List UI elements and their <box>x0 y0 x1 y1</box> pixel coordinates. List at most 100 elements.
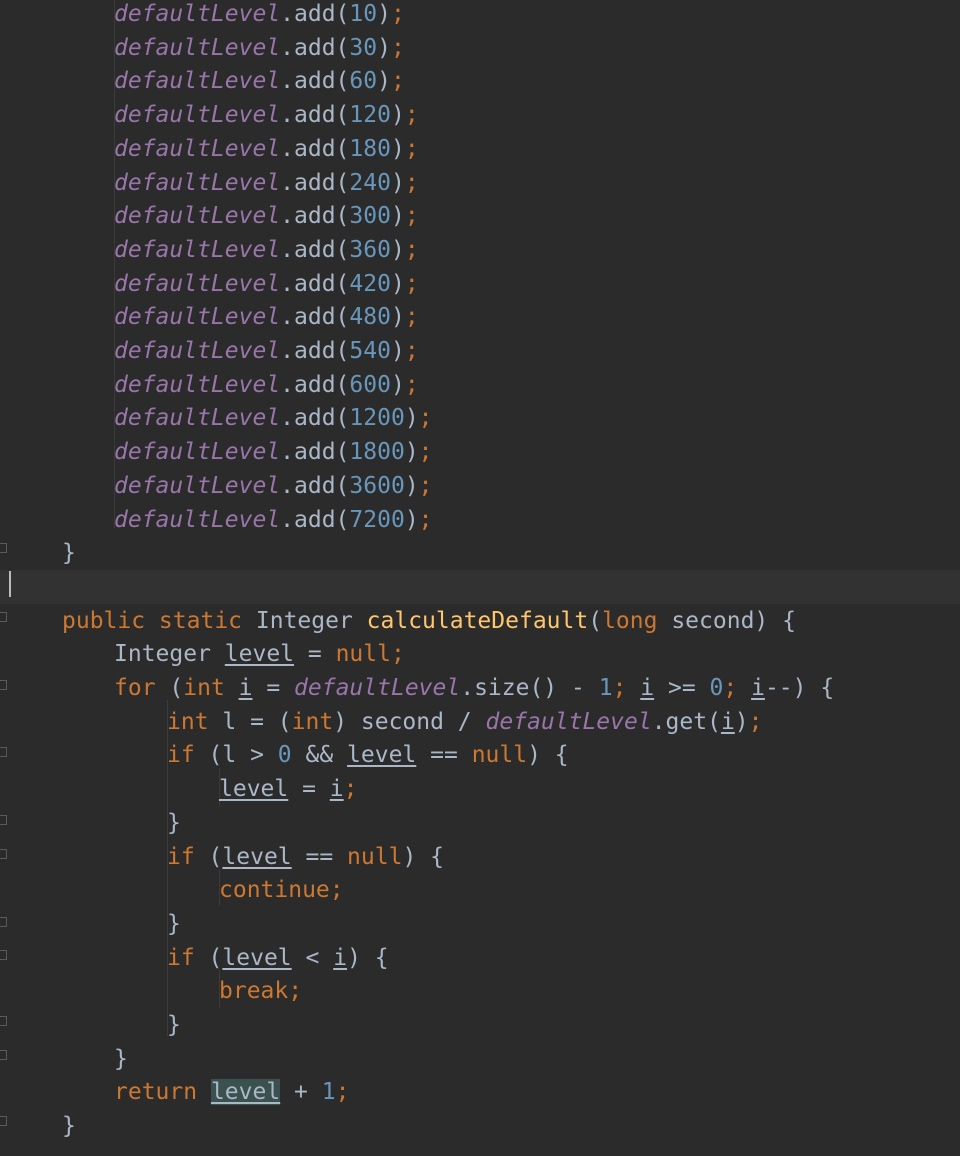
code-line-text: for (int i = defaultLevel.size() - 1; i … <box>114 671 834 705</box>
code-token: defaultLevel <box>114 203 281 230</box>
code-line-text: defaultLevel.add(300); <box>114 199 419 233</box>
code-token: defaultLevel <box>114 506 281 533</box>
code-token: i <box>751 675 765 701</box>
code-token: i <box>333 944 348 971</box>
code-line: defaultLevel.add(3600); <box>0 469 960 503</box>
code-token: ) { <box>402 843 444 870</box>
code-line-text: defaultLevel.add(360); <box>114 233 419 267</box>
code-token: defaultLevel <box>114 1 281 27</box>
code-token: ; <box>404 102 419 129</box>
code-token: && <box>291 742 348 769</box>
code-token: .add( <box>280 338 350 364</box>
code-line: public static Integer calculateDefault(l… <box>0 604 960 638</box>
code-token: calculateDefault <box>366 607 589 634</box>
code-token: defaultLevel <box>114 405 281 432</box>
code-token: ( <box>208 944 223 971</box>
code-line: defaultLevel.add(60); <box>0 64 960 98</box>
code-line: } <box>0 907 960 941</box>
code-token: defaultLevel <box>114 338 281 364</box>
code-token: } <box>167 910 181 937</box>
code-token: ; <box>418 405 433 432</box>
code-token: i <box>640 675 655 701</box>
code-token: 120 <box>349 102 391 129</box>
code-line-text: } <box>62 536 76 570</box>
code-token: (l > <box>208 742 278 769</box>
code-token: .add( <box>280 1 350 27</box>
code-token: ) { <box>527 742 569 769</box>
code-token: Integer <box>114 641 225 668</box>
code-line: defaultLevel.add(180); <box>0 132 960 166</box>
code-token: defaultLevel <box>114 236 281 263</box>
code-token: level <box>219 776 289 803</box>
code-token: 480 <box>349 304 391 331</box>
code-token: = <box>252 675 295 701</box>
code-editor[interactable]: defaultLevel.add(10); defaultLevel.add(30… <box>0 0 960 1156</box>
code-token: defaultLevel <box>114 34 281 61</box>
code-token: .add( <box>280 203 350 230</box>
code-token: ; <box>390 34 405 61</box>
code-token: 10 <box>349 1 378 27</box>
code-token: ) <box>390 338 405 364</box>
current-code-line <box>0 569 960 604</box>
code-token: } <box>167 1012 181 1038</box>
code-line-text: defaultLevel.add(540); <box>114 334 419 368</box>
code-token: == <box>416 742 472 769</box>
code-line-text: defaultLevel.add(480); <box>114 300 419 334</box>
code-token: level <box>210 1079 281 1106</box>
code-line: break; <box>0 974 960 1008</box>
code-line-text: defaultLevel.add(120); <box>114 98 419 132</box>
code-token: defaultLevel <box>114 135 281 162</box>
code-line-text: if (l > 0 && level == null) { <box>167 738 569 772</box>
code-line: defaultLevel.add(10); <box>0 0 960 31</box>
code-line: if (level == null) { <box>0 840 960 874</box>
code-token: int <box>167 708 223 735</box>
code-line-text: } <box>114 1042 128 1076</box>
code-token: ) <box>404 439 419 466</box>
code-token: .add( <box>280 236 350 263</box>
code-token: null <box>347 843 403 870</box>
code-line: int l = (int) second / defaultLevel.get(… <box>0 705 960 739</box>
code-token: 600 <box>349 371 391 398</box>
code-token: .add( <box>280 506 350 533</box>
code-line: defaultLevel.add(360); <box>0 233 960 267</box>
code-token: .add( <box>280 68 350 95</box>
code-token: ) <box>377 34 391 61</box>
code-line: } <box>0 1109 960 1143</box>
code-token: public static <box>62 607 256 634</box>
code-token: .add( <box>280 102 350 129</box>
code-line-text: } <box>167 1008 181 1042</box>
code-token: ( <box>169 675 184 701</box>
code-token: 1 <box>321 1079 336 1106</box>
code-token: ) <box>377 68 391 95</box>
code-token: if <box>167 944 209 971</box>
code-token: 7200 <box>349 506 405 533</box>
code-line: defaultLevel.add(1800); <box>0 435 960 469</box>
code-line-text: defaultLevel.add(10); <box>114 0 405 31</box>
code-token: .add( <box>280 472 350 499</box>
code-token: ; <box>390 68 405 95</box>
code-token: ( <box>588 607 603 634</box>
code-token: ; <box>335 1079 350 1106</box>
code-line-text: defaultLevel.add(3600); <box>114 469 433 503</box>
code-token: ) <box>390 270 405 297</box>
code-token: .add( <box>280 304 350 331</box>
code-token: ; <box>404 270 419 297</box>
code-token: ; <box>343 776 358 803</box>
code-token: for <box>114 675 170 701</box>
code-token: 0 <box>277 742 292 769</box>
code-token: ) second / <box>333 708 486 735</box>
code-token: defaultLevel <box>485 708 652 735</box>
code-token: i <box>238 675 253 701</box>
code-token: + <box>280 1079 322 1106</box>
code-token: ; <box>418 439 433 466</box>
code-token: ) <box>390 135 405 162</box>
code-line: } <box>0 1042 960 1076</box>
code-token: ) <box>734 708 749 735</box>
code-line: defaultLevel.add(540); <box>0 334 960 368</box>
code-token: int <box>183 675 239 701</box>
code-token: 420 <box>349 270 391 297</box>
code-line-text: defaultLevel.add(420); <box>114 267 419 301</box>
code-line: defaultLevel.add(7200); <box>0 503 960 537</box>
code-token: .add( <box>280 371 350 398</box>
code-token: ) <box>390 371 405 398</box>
